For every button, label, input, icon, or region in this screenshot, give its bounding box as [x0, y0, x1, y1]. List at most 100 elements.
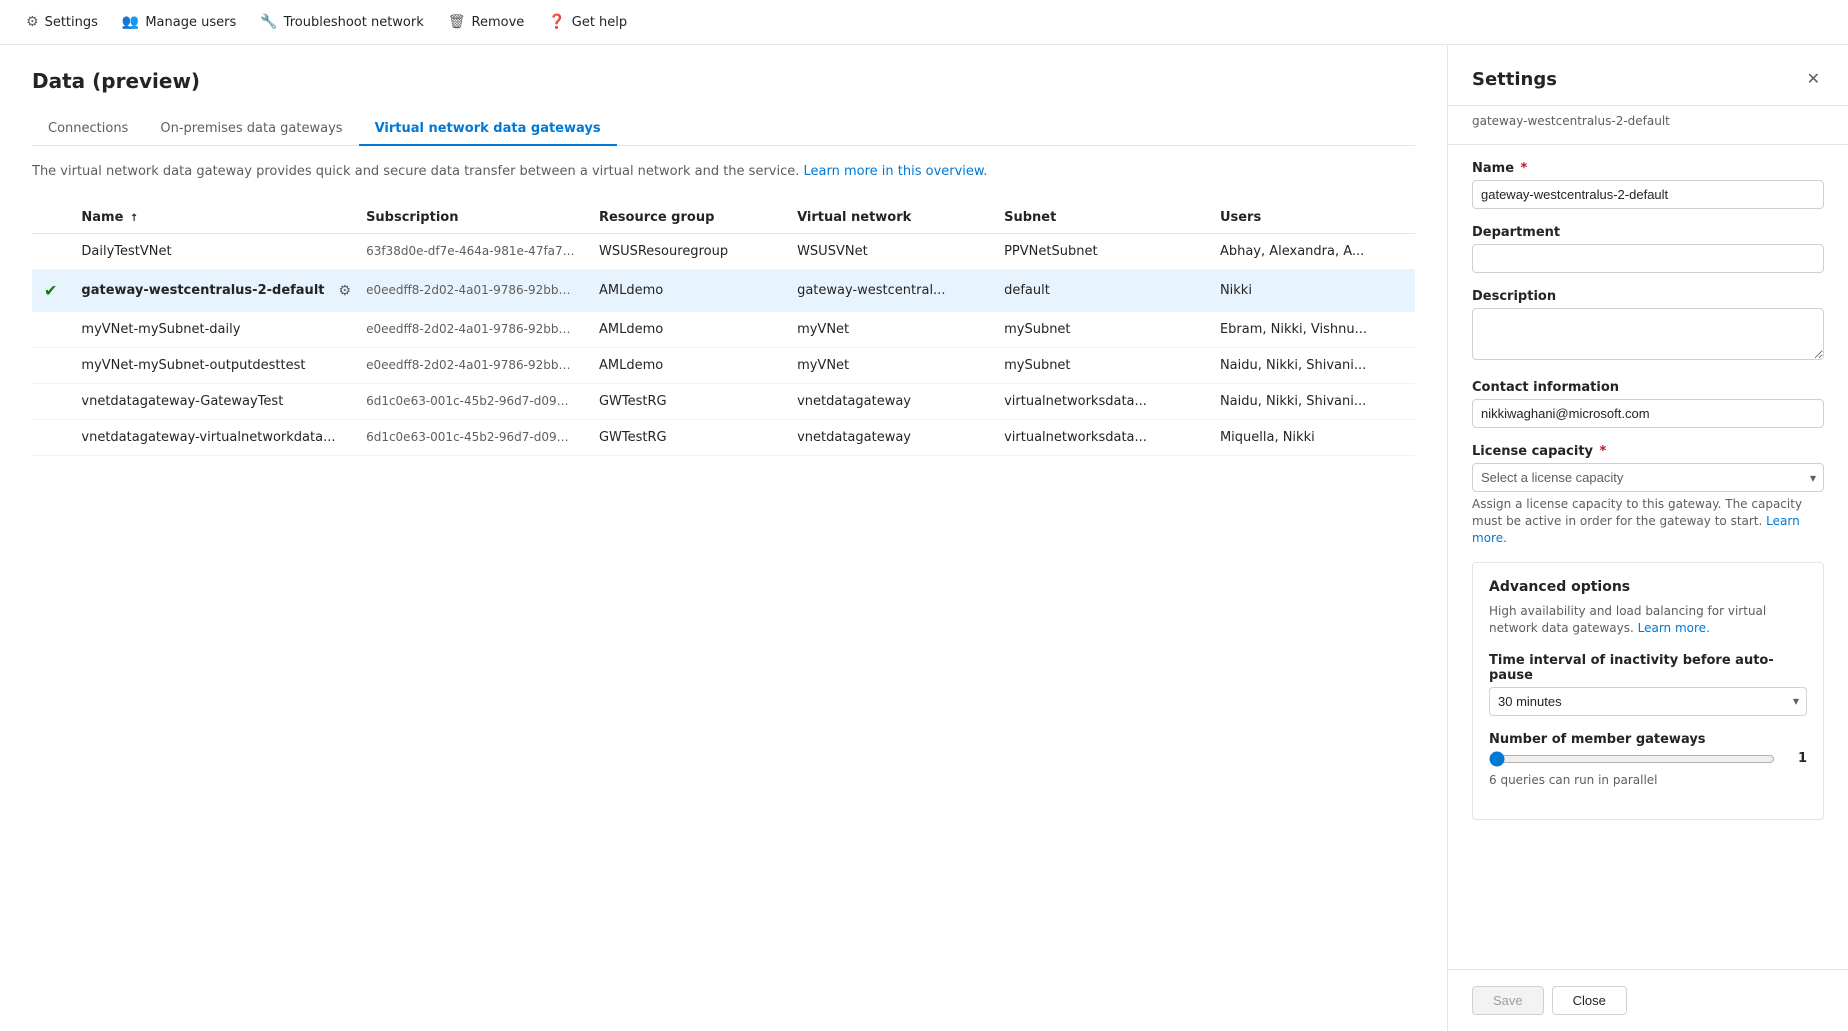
row-resource-group-cell: GWTestRG — [587, 419, 785, 455]
sort-icon: ↑ — [130, 213, 138, 224]
manage-users-icon: 👥 — [122, 14, 139, 30]
name-input[interactable] — [1472, 180, 1824, 209]
row-name-cell: myVNet-mySubnet-outputdesttest — [69, 347, 354, 383]
page-title: Data (preview) — [32, 69, 1415, 93]
license-select[interactable]: Select a license capacity — [1472, 463, 1824, 492]
contact-label: Contact information — [1472, 380, 1824, 395]
table-th-users: Users — [1208, 202, 1415, 234]
member-gateways-slider[interactable] — [1489, 751, 1775, 767]
row-subnet-cell: virtualnetworksdata... — [992, 383, 1208, 419]
settings-footer: Save Close — [1448, 969, 1848, 1031]
row-users-cell: Naidu, Nikki, Shivani... — [1208, 383, 1415, 419]
toolbar-manage-users[interactable]: 👥 Manage users — [112, 8, 246, 36]
contact-field-group: Contact information — [1472, 380, 1824, 428]
time-interval-label: Time interval of inactivity before auto-… — [1489, 653, 1807, 683]
table-th-subnet: Subnet — [992, 202, 1208, 234]
row-resource-group-cell: AMLdemo — [587, 311, 785, 347]
learn-more-link[interactable]: Learn more in this overview. — [804, 164, 988, 179]
license-select-wrapper: Select a license capacity ▾ — [1472, 463, 1824, 492]
row-subnet-cell: default — [992, 269, 1208, 311]
toolbar-troubleshoot-network[interactable]: 🔧 Troubleshoot network — [250, 8, 434, 36]
settings-header: Settings ✕ — [1448, 45, 1848, 106]
description-field-group: Description — [1472, 289, 1824, 364]
status-check-icon: ✔ — [44, 281, 57, 300]
department-input[interactable] — [1472, 244, 1824, 273]
save-button[interactable]: Save — [1472, 986, 1544, 1015]
member-gateways-slider-row: 1 — [1489, 751, 1807, 767]
get-help-icon: ❓ — [548, 14, 565, 30]
table-th-status — [32, 202, 69, 234]
time-interval-select[interactable]: 30 minutes 60 minutes Never — [1489, 687, 1807, 716]
row-subnet-cell: PPVNetSubnet — [992, 233, 1208, 269]
row-name-cell: gateway-westcentralus-2-default ⚙ ··· — [69, 269, 354, 311]
table-row[interactable]: ✔ gateway-westcentralus-2-default ⚙ ··· … — [32, 269, 1415, 311]
troubleshoot-network-icon: 🔧 — [260, 14, 277, 30]
row-name: DailyTestVNet — [81, 244, 171, 259]
table-th-virtual-network: Virtual network — [785, 202, 992, 234]
description-textarea[interactable] — [1472, 308, 1824, 360]
row-subscription-cell: e0eedff8-2d02-4a01-9786-92bb0e0cb... — [354, 311, 587, 347]
toolbar-settings[interactable]: ⚙ Settings — [16, 8, 108, 36]
row-resource-group-cell: GWTestRG — [587, 383, 785, 419]
table-row[interactable]: myVNet-mySubnet-daily e0eedff8-2d02-4a01… — [32, 311, 1415, 347]
queries-text: 6 queries can run in parallel — [1489, 773, 1807, 787]
tab-connections[interactable]: Connections — [32, 113, 144, 146]
toolbar-remove[interactable]: 🗑 Remove — [438, 8, 535, 36]
close-settings-button[interactable]: ✕ — [1803, 65, 1824, 93]
table-header-row: Name ↑ Subscription Resource group Virtu… — [32, 202, 1415, 234]
main-content: Data (preview) Connections On-premises d… — [0, 45, 1848, 1031]
row-name-cell: vnetdatagateway-GatewayTest — [69, 383, 354, 419]
row-users-cell: Nikki — [1208, 269, 1415, 311]
settings-body: Name * Department Description Contact in… — [1448, 145, 1848, 969]
row-virtual-network-cell: vnetdatagateway — [785, 383, 992, 419]
toolbar-get-help[interactable]: ❓ Get help — [538, 8, 637, 36]
tab-bar: Connections On-premises data gateways Vi… — [32, 113, 1415, 146]
table-row[interactable]: vnetdatagateway-virtualnetworkdata... 6d… — [32, 419, 1415, 455]
name-field-group: Name * — [1472, 161, 1824, 209]
row-name: vnetdatagateway-virtualnetworkdata... — [81, 430, 335, 445]
row-status-cell — [32, 383, 69, 419]
remove-icon: 🗑 — [448, 14, 466, 30]
license-label: License capacity * — [1472, 444, 1824, 459]
name-label: Name * — [1472, 161, 1824, 176]
settings-title: Settings — [1472, 69, 1557, 90]
row-name-cell: DailyTestVNet — [69, 233, 354, 269]
row-name: vnetdatagateway-GatewayTest — [81, 394, 283, 409]
member-gateways-field-group: Number of member gateways 1 6 queries ca… — [1489, 732, 1807, 787]
row-resource-group-cell: AMLdemo — [587, 269, 785, 311]
close-button[interactable]: Close — [1552, 986, 1627, 1015]
tab-on-premises[interactable]: On-premises data gateways — [144, 113, 358, 146]
advanced-options-desc: High availability and load balancing for… — [1489, 603, 1807, 637]
table-row[interactable]: myVNet-mySubnet-outputdesttest e0eedff8-… — [32, 347, 1415, 383]
row-subscription-cell: 6d1c0e63-001c-45b2-96d7-d092e94c8... — [354, 383, 587, 419]
gateways-table: Name ↑ Subscription Resource group Virtu… — [32, 202, 1415, 456]
table-th-name[interactable]: Name ↑ — [69, 202, 354, 234]
row-status-cell — [32, 347, 69, 383]
table-row[interactable]: DailyTestVNet 63f38d0e-df7e-464a-981e-47… — [32, 233, 1415, 269]
row-virtual-network-cell: gateway-westcentral... — [785, 269, 992, 311]
member-gateways-label: Number of member gateways — [1489, 732, 1807, 747]
tab-virtual-network[interactable]: Virtual network data gateways — [359, 113, 617, 146]
toolbar: ⚙ Settings 👥 Manage users 🔧 Troubleshoot… — [0, 0, 1848, 45]
table-th-resource-group: Resource group — [587, 202, 785, 234]
license-required-indicator: * — [1600, 444, 1607, 459]
settings-icon: ⚙ — [26, 14, 39, 30]
row-name-cell: vnetdatagateway-virtualnetworkdata... — [69, 419, 354, 455]
row-status-cell: ✔ — [32, 269, 69, 311]
row-subscription-cell: 63f38d0e-df7e-464a-981e-47fa78f30861 — [354, 233, 587, 269]
row-virtual-network-cell: myVNet — [785, 311, 992, 347]
row-settings-button[interactable]: ⚙ — [332, 280, 354, 301]
advanced-options-learn-more-link[interactable]: Learn more. — [1638, 621, 1710, 635]
contact-input[interactable] — [1472, 399, 1824, 428]
row-virtual-network-cell: WSUSVNet — [785, 233, 992, 269]
left-panel: Data (preview) Connections On-premises d… — [0, 45, 1448, 1031]
tab-description: The virtual network data gateway provide… — [32, 162, 1415, 182]
row-name: myVNet-mySubnet-outputdesttest — [81, 358, 305, 373]
advanced-options-box: Advanced options High availability and l… — [1472, 562, 1824, 820]
member-gateways-value: 1 — [1787, 751, 1807, 766]
row-users-cell: Miquella, Nikki — [1208, 419, 1415, 455]
row-users-cell: Abhay, Alexandra, A... — [1208, 233, 1415, 269]
description-label: Description — [1472, 289, 1824, 304]
row-subnet-cell: mySubnet — [992, 347, 1208, 383]
table-row[interactable]: vnetdatagateway-GatewayTest 6d1c0e63-001… — [32, 383, 1415, 419]
